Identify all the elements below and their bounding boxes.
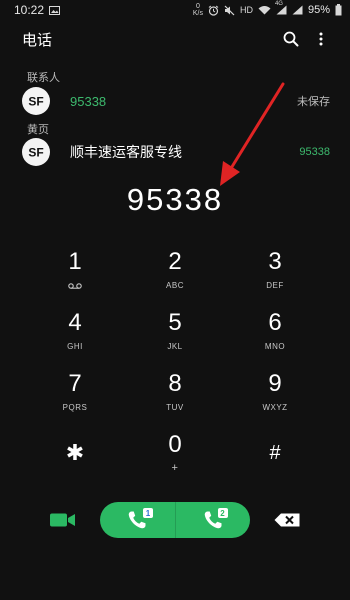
key-digit: 9 <box>268 370 282 397</box>
dialpad-key-star[interactable]: ✱ <box>25 425 125 486</box>
sim1-badge: 1 <box>143 508 153 518</box>
voicemail-icon <box>68 281 82 291</box>
key-letters: MNO <box>264 342 286 351</box>
dialpad-key-hash[interactable]: # <box>225 425 325 486</box>
key-digit: # <box>269 442 281 464</box>
svg-text:SF: SF <box>28 95 43 109</box>
dialpad-key-8[interactable]: 8 TUV <box>125 364 225 425</box>
more-vertical-icon <box>319 32 323 46</box>
contact-result-number: 95338 <box>70 93 107 109</box>
contact-result-status: 未保存 <box>297 96 330 108</box>
call-button-group: 1 2 <box>100 502 250 538</box>
video-call-button[interactable] <box>46 508 80 532</box>
key-digit: 3 <box>268 248 282 275</box>
key-digit: 6 <box>268 309 282 336</box>
key-digit: 1 <box>68 248 82 275</box>
status-bar: 10:22 0 K/s HD 4G 95% <box>0 0 350 20</box>
dialpad-key-0[interactable]: 0 + <box>125 425 225 486</box>
key-letters: + <box>171 462 179 474</box>
call-sim1-button[interactable]: 1 <box>100 502 175 538</box>
sim2-badge: 2 <box>217 508 228 518</box>
mute-icon <box>224 5 235 16</box>
key-digit: 2 <box>168 248 182 275</box>
key-letters: JKL <box>167 342 183 351</box>
key-digit: ✱ <box>65 440 85 465</box>
dialpad-key-5[interactable]: 5 JKL <box>125 303 225 364</box>
key-letters: TUV <box>166 403 184 412</box>
sf-express-logo-icon: SF <box>22 87 50 115</box>
key-letters: WXYZ <box>262 403 288 412</box>
dialpad: 1 2 ABC 3 DEF 4 GHI 5 JKL 6 MNO 7 PQRS 8… <box>25 242 325 487</box>
yellow-pages-result-row[interactable]: SF 顺丰速运客服专线 95338 <box>22 137 330 167</box>
dialpad-key-3[interactable]: 3 DEF <box>225 242 325 303</box>
contacts-section-label: 联系人 <box>27 72 60 84</box>
wifi-icon <box>258 5 271 15</box>
dialpad-key-7[interactable]: 7 PQRS <box>25 364 125 425</box>
yellow-pages-result-name: 顺丰速运客服专线 <box>70 144 182 160</box>
page-title: 电话 <box>22 31 53 49</box>
video-camera-icon <box>50 513 75 527</box>
app-header: 电话 <box>0 20 350 58</box>
call-sim2-button[interactable]: 2 <box>176 502 251 538</box>
yellow-pages-section-label: 黄页 <box>27 124 49 136</box>
yellow-pages-result-number: 95338 <box>299 146 330 158</box>
hd-icon: HD <box>239 5 253 15</box>
backspace-icon <box>274 513 300 527</box>
dialed-number-display: 95338 <box>126 182 224 217</box>
search-icon <box>283 31 299 47</box>
signal-icon: 4G <box>275 1 287 15</box>
svg-text:SF: SF <box>28 146 43 160</box>
dialpad-key-9[interactable]: 9 WXYZ <box>225 364 325 425</box>
signal-icon-2 <box>292 5 303 15</box>
contact-result-row[interactable]: SF 95338 未保存 <box>22 86 330 116</box>
key-letters: GHI <box>67 342 83 351</box>
key-digit: 0 <box>168 431 182 458</box>
battery-icon <box>335 4 342 16</box>
key-letters: ABC <box>166 281 184 290</box>
network-speed-indicator: 0 K/s <box>193 3 203 17</box>
dialpad-key-6[interactable]: 6 MNO <box>225 303 325 364</box>
key-digit: 5 <box>168 309 182 336</box>
network-speed-value: 0 <box>195 3 200 10</box>
alarm-icon <box>208 5 219 16</box>
dialpad-key-2[interactable]: 2 ABC <box>125 242 225 303</box>
network-speed-unit: K/s <box>192 10 203 17</box>
key-digit: 8 <box>168 370 182 397</box>
key-letters: PQRS <box>62 403 88 412</box>
sf-express-logo-icon: SF <box>22 138 50 166</box>
key-digit: 7 <box>68 370 82 397</box>
gallery-notification-icon <box>49 5 61 15</box>
status-time: 10:22 <box>14 3 45 17</box>
key-letters: DEF <box>266 281 284 290</box>
network-type-label: 4G <box>274 1 283 7</box>
dialpad-key-4[interactable]: 4 GHI <box>25 303 125 364</box>
more-options-button[interactable] <box>306 24 336 54</box>
key-digit: 4 <box>68 309 82 336</box>
battery-percent: 95% <box>307 4 330 16</box>
search-button[interactable] <box>276 24 306 54</box>
call-action-bar: 1 2 <box>0 500 350 540</box>
dialpad-key-1[interactable]: 1 <box>25 242 125 303</box>
backspace-button[interactable] <box>272 510 302 530</box>
